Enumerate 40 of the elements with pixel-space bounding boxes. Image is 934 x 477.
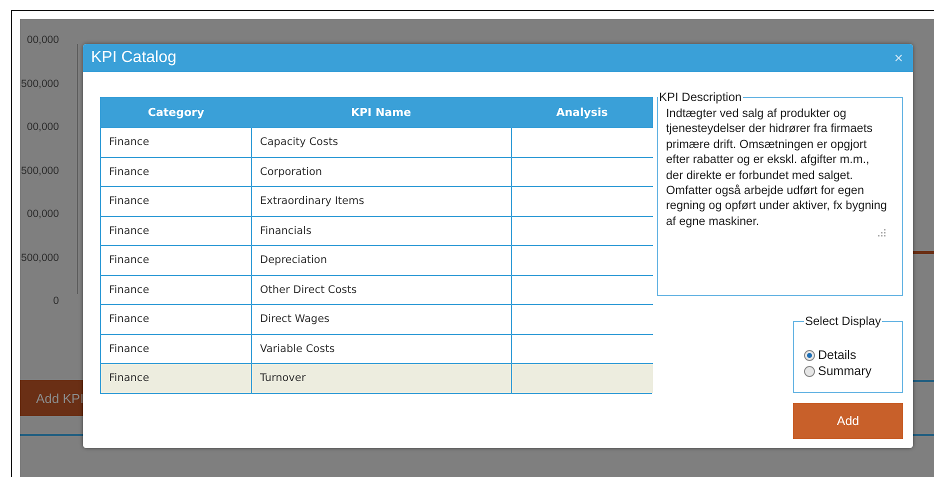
display-legend: Select Display [804,314,882,328]
radio-label[interactable]: Summary [818,364,872,378]
table-cell[interactable] [511,216,653,245]
table-cell[interactable]: Variable Costs [251,334,511,363]
table-cell[interactable]: Depreciation [251,245,511,274]
table-cell[interactable]: Other Direct Costs [251,274,511,304]
table-cell[interactable] [511,245,653,274]
dialog-title: KPI Catalog [91,49,176,67]
column-header: Category [101,97,251,127]
axis-label: 500,000 [21,76,59,92]
axis-label: 500,000 [21,250,59,266]
table-cell[interactable] [511,363,653,392]
description-legend: KPI Description [658,90,743,104]
table-cell[interactable]: Turnover [251,363,511,392]
axis-label: 500,000 [21,164,59,178]
table-cell[interactable]: Corporation [251,156,511,186]
table-cell[interactable] [511,186,653,216]
radio-label[interactable]: Details [818,348,856,362]
table-cell[interactable] [511,274,653,304]
table-cell[interactable]: Extraordinary Items [251,186,511,216]
table-cell[interactable] [511,304,653,334]
column-header: Analysis [511,97,653,127]
column-header: KPI Name [251,97,511,127]
table-cell[interactable]: Direct Wages [251,304,511,334]
table-cell[interactable]: Capacity Costs [251,127,511,156]
table-cell[interactable] [511,127,653,156]
axis-label: 00,000 [26,207,59,222]
radio-button[interactable] [804,366,815,376]
table-cell[interactable]: Financials [251,216,511,245]
radio-button[interactable] [804,350,815,360]
description-box[interactable] [657,90,903,296]
table-cell[interactable] [511,156,653,186]
table-cell[interactable]: Finance [101,363,251,392]
axis-label: 00,000 [26,33,59,48]
add-button[interactable]: Add [793,403,903,439]
axis-label: 0 [53,294,59,309]
table-cell[interactable] [511,334,653,363]
resize-grip-icon[interactable] [878,229,886,238]
axis-label: 00,000 [26,120,59,135]
description-text: Indtægter ved salg af produkter og tjenesteydelser der hidrører fra firmaets primære drift. Omsætningen er opgjort efter rabatter og er ekskl. afgifter m.m., der direkte er forbundet med salget. Omfatter også arbejde udført for egen regning og opført under aktiver, fx bygning af egne maskiner. [666,106,888,230]
